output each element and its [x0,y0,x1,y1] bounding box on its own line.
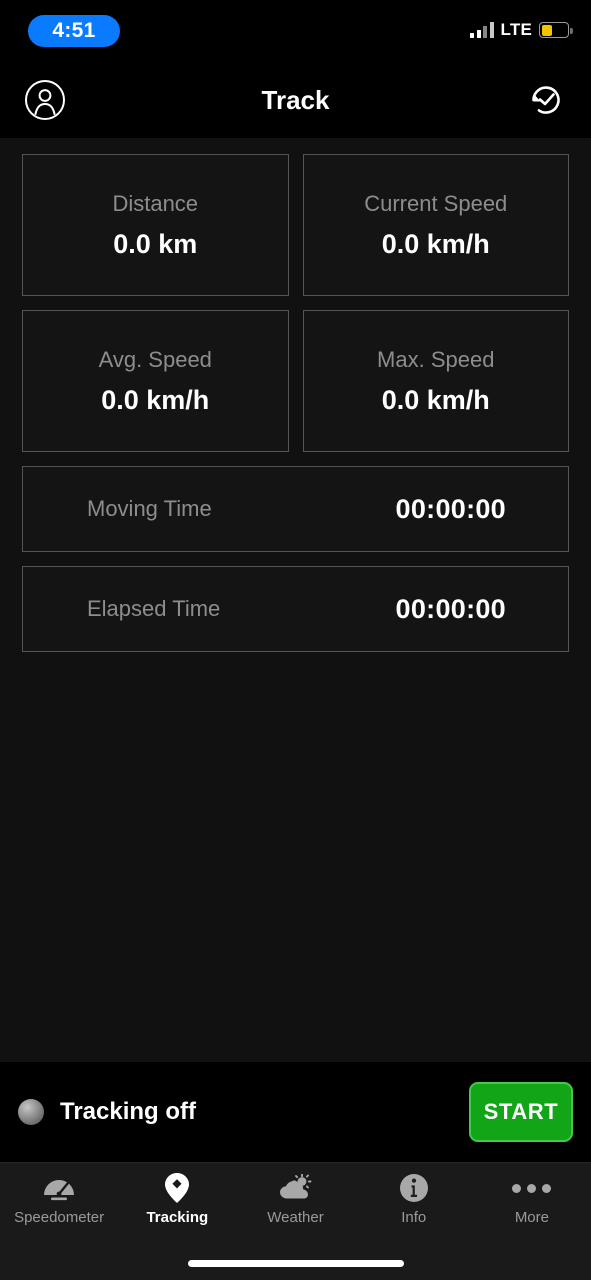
tab-weather[interactable]: Weather [236,1173,354,1226]
tracking-stats-panel: Distance 0.0 km Current Speed 0.0 km/h A… [0,138,591,1062]
stat-label: Moving Time [87,496,212,521]
tab-speedometer[interactable]: Speedometer [0,1173,118,1226]
start-button[interactable]: START [469,1082,573,1142]
stat-card-current-speed: Current Speed 0.0 km/h [302,154,569,296]
tab-label: Tracking [146,1209,209,1226]
stat-label: Elapsed Time [87,596,221,621]
battery-fill [541,24,552,36]
more-dots-icon [512,1173,552,1203]
cloud-sun-icon [278,1173,314,1203]
tracking-action-bar: Tracking off START [0,1062,591,1162]
tab-info[interactable]: Info [355,1173,473,1226]
tracking-status: Tracking off [18,1098,196,1126]
stat-value: 0.0 km [113,228,198,259]
stat-label: Avg. Speed [98,346,212,372]
battery-icon [539,22,573,38]
stat-value: 0.0 km/h [381,228,490,259]
tab-more[interactable]: More [473,1173,591,1226]
home-indicator[interactable] [187,1259,404,1267]
status-dot-icon [18,1099,44,1125]
home-indicator-area [0,1246,591,1280]
tab-label: More [514,1209,549,1226]
page-title: Track [261,84,330,115]
network-type-label: LTE [500,20,532,39]
tab-bar: Speedometer Tracking Weather Info More [0,1162,591,1246]
stats-row-2: Avg. Speed 0.0 km/h Max. Speed 0.0 km/h [22,310,569,452]
tab-label: Weather [267,1209,324,1226]
stat-value: 0.0 km/h [101,384,210,415]
status-time-pill[interactable]: 4:51 [28,15,120,47]
stat-value: 0.0 km/h [381,384,490,415]
stat-row-elapsed-time: Elapsed Time 00:00:00 [22,566,569,652]
stat-value: 00:00:00 [395,593,506,624]
navigation-bar: Track [0,62,591,138]
info-circle-icon [399,1173,429,1203]
status-bar: 4:51 LTE [0,0,591,62]
stat-label: Current Speed [364,190,508,216]
stat-card-distance: Distance 0.0 km [22,154,289,296]
tab-label: Info [401,1209,427,1226]
map-pin-icon [164,1173,190,1203]
speedometer-icon [42,1173,76,1203]
tracking-status-label: Tracking off [60,1098,197,1125]
stat-value: 00:00:00 [395,493,506,524]
tab-label: Speedometer [14,1209,105,1226]
profile-icon[interactable] [22,77,68,123]
stat-card-avg-speed: Avg. Speed 0.0 km/h [22,310,289,452]
stat-card-max-speed: Max. Speed 0.0 km/h [302,310,569,452]
signal-bars-icon [470,22,494,38]
app-screen: 4:51 LTE Track Distance 0.0 km Current S… [0,0,591,1280]
stat-label: Max. Speed [377,346,495,372]
tab-tracking[interactable]: Tracking [118,1173,236,1226]
history-icon[interactable] [523,77,569,123]
status-indicators: LTE [470,20,573,40]
stats-row-1: Distance 0.0 km Current Speed 0.0 km/h [22,154,569,296]
stat-row-moving-time: Moving Time 00:00:00 [22,466,569,552]
stat-label: Distance [112,190,199,216]
